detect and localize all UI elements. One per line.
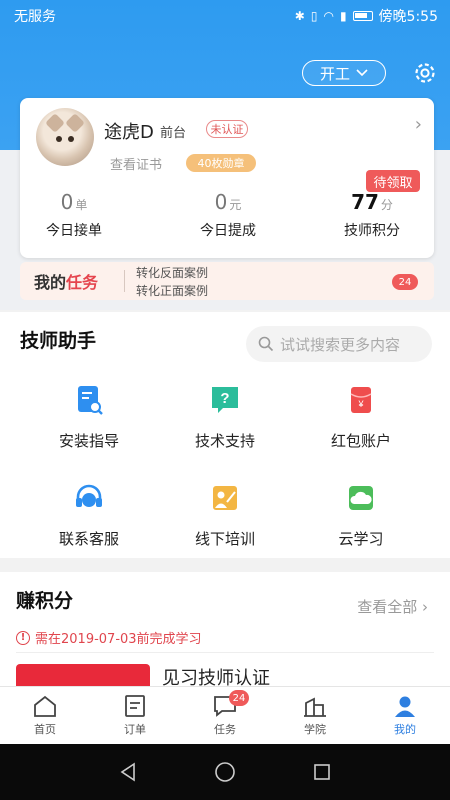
wifi-icon: ◠ — [323, 9, 334, 23]
order-icon — [125, 694, 145, 717]
recents-icon[interactable] — [312, 762, 332, 782]
tool-label: 云学习 — [338, 530, 384, 548]
avatar[interactable] — [36, 108, 94, 166]
stat-today-commission[interactable]: 0元 今日提成 — [168, 190, 288, 240]
tab-label: 任务 — [214, 722, 236, 736]
svg-text:¥: ¥ — [357, 399, 364, 409]
stat-technician-points[interactable]: 77 分 技师积分 — [312, 190, 432, 240]
see-all-link[interactable]: 查看全部 › — [357, 596, 428, 617]
tool-label: 线下培训 — [194, 530, 255, 548]
search-placeholder: 试试搜索更多内容 — [280, 335, 401, 354]
tool-label: 技术支持 — [194, 432, 255, 450]
stat-today-orders[interactable]: 0单 今日接单 — [14, 190, 134, 240]
tool-tech-support[interactable]: ? 技术支持 — [160, 384, 290, 451]
tool-red-packet[interactable]: ¥ 红包账户 — [296, 384, 426, 451]
verify-status-badge[interactable]: 未认证 — [206, 120, 248, 138]
deadline-text: 需在2019-07-03前完成学习 — [35, 632, 202, 647]
warning-icon: ! — [16, 630, 30, 645]
stat-unit: 分 — [380, 198, 393, 212]
stat-label: 今日提成 — [200, 223, 256, 239]
chevron-down-icon — [356, 69, 368, 77]
stat-label: 今日接单 — [46, 223, 102, 239]
vibrate-icon: ▯ — [310, 9, 318, 23]
task-count-badge: 24 — [392, 274, 418, 290]
stat-value: 0 — [60, 190, 74, 214]
section-title: 技师助手 — [20, 330, 97, 352]
stat-unit: 元 — [229, 198, 242, 212]
tab-academy[interactable]: 学院 — [270, 687, 360, 744]
install-guide-icon — [78, 386, 103, 415]
tab-label: 首页 — [34, 722, 56, 736]
cloud-learning-icon — [349, 486, 373, 510]
status-time: 傍晚5:55 — [378, 9, 438, 25]
tool-cloud-learning[interactable]: 云学习 — [296, 482, 426, 549]
customer-service-icon — [76, 484, 102, 507]
status-bar: 无服务 ✱ ▯ ◠ ▮ 傍晚5:55 — [0, 0, 450, 32]
deadline-notice: ! 需在2019-07-03前完成学习 — [16, 628, 202, 647]
tab-home[interactable]: 首页 — [0, 687, 90, 744]
bluetooth-icon: ✱ — [294, 9, 305, 23]
tab-label: 我的 — [394, 722, 416, 736]
view-certificate-link[interactable]: 查看证书 — [110, 154, 162, 173]
tab-orders[interactable]: 订单 — [90, 687, 180, 744]
tab-tasks[interactable]: 任务 24 — [180, 687, 270, 744]
svg-text:?: ? — [220, 390, 229, 407]
tab-badge: 24 — [229, 690, 249, 706]
user-role: 前台 — [160, 126, 187, 141]
stat-value: 77 — [351, 190, 379, 214]
stat-unit: 单 — [75, 198, 88, 212]
bottom-tab-bar: 首页 订单 任务 24 学院 我的 — [0, 686, 450, 744]
pending-claim-badge[interactable]: 待领取 — [366, 170, 420, 192]
stat-value: 0 — [214, 190, 228, 214]
system-navigation-bar — [0, 744, 450, 800]
status-icons: ✱ ▯ ◠ ▮ 傍晚5:55 — [295, 6, 438, 26]
divider — [16, 652, 434, 653]
settings-gear-icon[interactable] — [412, 60, 438, 86]
tool-label: 联系客服 — [58, 530, 119, 548]
tool-label: 红包账户 — [330, 432, 391, 450]
tab-label: 学院 — [304, 722, 326, 736]
profile-card[interactable]: 途虎D 前台 未认证 › 查看证书 40枚勋章 待领取 0单 今日接单 0元 今… — [20, 98, 434, 258]
back-icon[interactable] — [118, 762, 138, 782]
profile-icon — [395, 696, 415, 717]
tab-profile[interactable]: 我的 — [360, 687, 450, 744]
divider — [124, 270, 125, 292]
home-icon — [34, 695, 56, 717]
work-status-label: 开工 — [319, 64, 350, 83]
tab-label: 订单 — [124, 722, 146, 736]
tool-customer-service[interactable]: 联系客服 — [24, 482, 154, 549]
task-ticker-line: 转化正面案例 — [136, 284, 209, 298]
earn-points-section: 赚积分 查看全部 › ! 需在2019-07-03前完成学习 见习技师认证 — [0, 572, 450, 692]
user-name: 途虎D — [104, 122, 154, 143]
technician-assistant-section: 技师助手 试试搜索更多内容 安装指导 ? 技术支持 ¥ 红包账户 联系客服 线下… — [0, 312, 450, 558]
battery-icon — [352, 11, 373, 21]
home-circle-icon[interactable] — [214, 761, 236, 783]
my-tasks-banner[interactable]: 我的任务 转化反面案例 转化正面案例 24 — [20, 262, 434, 300]
carrier-text: 无服务 — [14, 9, 56, 25]
tool-label: 安装指导 — [58, 432, 119, 450]
stat-label: 技师积分 — [344, 223, 400, 239]
tool-offline-training[interactable]: 线下培训 — [160, 482, 290, 549]
tool-install-guide[interactable]: 安装指导 — [24, 384, 154, 451]
search-icon — [258, 336, 274, 352]
tech-support-icon: ? — [212, 387, 238, 413]
my-tasks-title: 我的任务 — [34, 273, 99, 292]
chevron-right-icon[interactable]: › — [415, 114, 422, 135]
search-input[interactable]: 试试搜索更多内容 — [246, 326, 432, 362]
red-packet-icon: ¥ — [350, 387, 372, 413]
offline-training-icon — [213, 486, 237, 510]
academy-icon — [304, 697, 326, 717]
work-status-dropdown[interactable]: 开工 — [302, 60, 386, 86]
medal-badge[interactable]: 40枚勋章 — [186, 154, 256, 172]
section-title: 赚积分 — [16, 590, 74, 612]
task-ticker-line: 转化反面案例 — [136, 266, 209, 280]
sim-icon: ▮ — [339, 9, 347, 23]
